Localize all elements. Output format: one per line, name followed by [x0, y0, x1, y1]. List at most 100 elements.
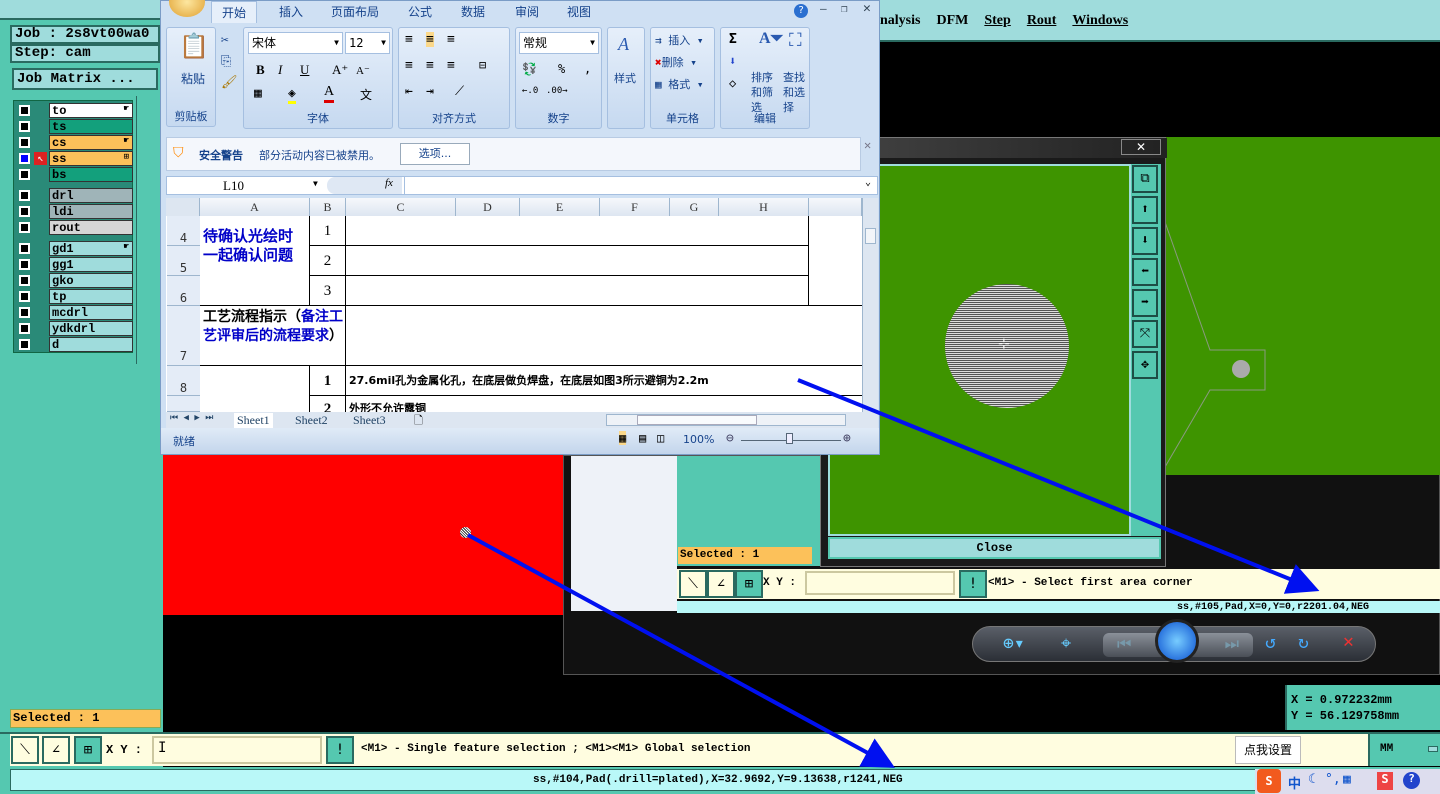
- page-break-icon[interactable]: ◫: [657, 431, 664, 445]
- sheet-tab[interactable]: Sheet3: [350, 413, 389, 428]
- styles-group[interactable]: A 样式: [607, 27, 645, 129]
- comma-icon[interactable]: ,: [584, 62, 591, 76]
- align-bottom-icon[interactable]: ≡: [447, 32, 455, 47]
- sort-filter-icon[interactable]: A⏷: [759, 30, 783, 48]
- layer-name[interactable]: bs: [49, 167, 133, 182]
- layer-row-cs[interactable]: cs ☛: [15, 135, 133, 150]
- layer-row-bs[interactable]: bs: [15, 167, 133, 182]
- font-name-select[interactable]: 宋体 ▼: [248, 32, 343, 54]
- row-header[interactable]: 6: [167, 276, 200, 306]
- grid-icon[interactable]: ⊞: [74, 736, 102, 764]
- column-header[interactable]: E: [520, 198, 600, 216]
- keyboard-icon[interactable]: ▦: [1343, 772, 1351, 787]
- layer-name[interactable]: ss: [49, 151, 133, 166]
- column-header[interactable]: A: [200, 198, 310, 216]
- layer-name[interactable]: rout: [49, 220, 133, 235]
- pan-right-icon[interactable]: ➡: [1132, 289, 1158, 317]
- sogou-icon[interactable]: S: [1257, 769, 1281, 793]
- layer-checkbox[interactable]: [19, 105, 30, 116]
- find-select-button[interactable]: 查找和选择: [783, 70, 815, 115]
- cell-b5[interactable]: 2: [310, 246, 346, 276]
- layer-checkbox[interactable]: [19, 339, 30, 350]
- cut-icon[interactable]: ✂: [221, 33, 229, 48]
- font-size-select[interactable]: 12 ▼: [345, 32, 390, 54]
- cell-c8[interactable]: 27.6mil孔为金属化孔，在底层做负焊盘，在底层如图3所示避铜为2.2m: [346, 366, 862, 396]
- measure-icon[interactable]: ⟍: [11, 736, 39, 764]
- grow-font-icon[interactable]: A⁺: [332, 62, 348, 78]
- actual-size-icon[interactable]: ⌖: [1061, 633, 1071, 654]
- zoom-in-icon[interactable]: ⊕: [843, 431, 851, 446]
- fx-button[interactable]: fx: [385, 177, 393, 189]
- next-icon[interactable]: ⏭: [1225, 634, 1239, 654]
- layer-row-d[interactable]: d: [15, 337, 133, 352]
- cell-i4[interactable]: [809, 216, 862, 306]
- cell-b8[interactable]: 1: [310, 366, 346, 396]
- layer-name[interactable]: tp: [49, 289, 133, 304]
- cell-c6[interactable]: [346, 276, 809, 306]
- sheet-nav-icons[interactable]: ⏮ ◀ ▶ ⏭: [170, 413, 213, 423]
- underline-icon[interactable]: U: [300, 62, 309, 78]
- moon-icon[interactable]: ☾: [1308, 772, 1316, 787]
- layer-checkbox[interactable]: [19, 291, 30, 302]
- indent-icon[interactable]: ⇥: [426, 84, 434, 99]
- cell-a4[interactable]: 待确认光绘时一起确认问题: [200, 216, 310, 306]
- cell-b4[interactable]: 1: [310, 216, 346, 246]
- pan-down-icon[interactable]: ⬇: [1132, 227, 1158, 255]
- decrease-decimal-icon[interactable]: .00→: [546, 86, 568, 96]
- ribbon-tab[interactable]: 插入: [279, 1, 303, 23]
- layer-name[interactable]: d: [49, 337, 133, 352]
- pan-up-icon[interactable]: ⬆: [1132, 196, 1158, 224]
- units-dropdown[interactable]: MM: [1368, 734, 1440, 766]
- menu-windows[interactable]: Windows: [1072, 13, 1128, 29]
- angle-icon[interactable]: ∠: [707, 570, 735, 598]
- paste-label[interactable]: 粘贴: [181, 70, 205, 87]
- normal-view-icon[interactable]: ▦: [619, 431, 627, 445]
- clear-icon[interactable]: ◇: [729, 76, 736, 90]
- column-header[interactable]: D: [456, 198, 520, 216]
- row-header[interactable]: 4: [167, 216, 200, 246]
- layer-row-drl[interactable]: drl: [15, 188, 133, 203]
- column-header[interactable]: F: [600, 198, 670, 216]
- column-header[interactable]: G: [670, 198, 719, 216]
- ribbon-tab[interactable]: 视图: [567, 1, 591, 23]
- menu-nalysis[interactable]: nalysis: [880, 13, 920, 29]
- ime-mode[interactable]: 中: [1288, 773, 1301, 792]
- zoom-out-icon[interactable]: ⊖: [726, 431, 734, 446]
- zoom-window-icon[interactable]: ⧉: [1132, 165, 1158, 193]
- horizontal-scrollbar[interactable]: [606, 414, 846, 426]
- delete-cells-button[interactable]: ✖删除 ▾: [655, 54, 697, 70]
- xy-input[interactable]: I: [152, 736, 322, 764]
- name-box[interactable]: L10: [223, 178, 244, 194]
- layer-row-gko[interactable]: gko: [15, 273, 133, 288]
- name-box-dropdown-icon[interactable]: ▼: [313, 179, 318, 188]
- percent-icon[interactable]: %: [558, 62, 565, 76]
- help-icon[interactable]: ?: [794, 4, 808, 18]
- cell-c7[interactable]: [346, 306, 862, 366]
- ribbon-tab[interactable]: 开始: [211, 1, 258, 23]
- pan-left-icon[interactable]: ⬅: [1132, 258, 1158, 286]
- layer-list-scrollbar[interactable]: [136, 96, 160, 364]
- cell-a8[interactable]: [200, 366, 310, 412]
- sheet-tab[interactable]: Sheet2: [292, 413, 331, 428]
- zoom-in-icon[interactable]: ⤧: [1132, 320, 1158, 348]
- cell-c9[interactable]: 外形不允许露铜: [346, 396, 862, 412]
- layer-checkbox[interactable]: [19, 137, 30, 148]
- autosum-icon[interactable]: Σ: [729, 32, 737, 47]
- layer-checkbox[interactable]: [19, 206, 30, 217]
- align-right-icon[interactable]: ≡: [447, 58, 455, 73]
- selected-pad[interactable]: [460, 527, 471, 538]
- magnifier-close-button[interactable]: Close: [828, 537, 1161, 559]
- align-middle-icon[interactable]: ≡: [426, 32, 434, 47]
- column-header[interactable]: [809, 198, 862, 216]
- layer-checkbox[interactable]: [19, 275, 30, 286]
- layer-row-tp[interactable]: tp: [15, 289, 133, 304]
- affected-arrow-icon[interactable]: ↖: [34, 152, 47, 165]
- menu-step[interactable]: Step: [984, 13, 1010, 29]
- magnifier-close-icon[interactable]: ✕: [1121, 139, 1161, 155]
- sort-filter-button[interactable]: 排序和筛选: [751, 70, 783, 115]
- paste-icon[interactable]: 📋: [179, 32, 209, 60]
- layer-row-ldi[interactable]: ldi: [15, 204, 133, 219]
- cell-a7[interactable]: 工艺流程指示（备注工艺评审后的流程要求）: [200, 306, 346, 366]
- cell-c5[interactable]: [346, 246, 809, 276]
- column-header[interactable]: H: [719, 198, 809, 216]
